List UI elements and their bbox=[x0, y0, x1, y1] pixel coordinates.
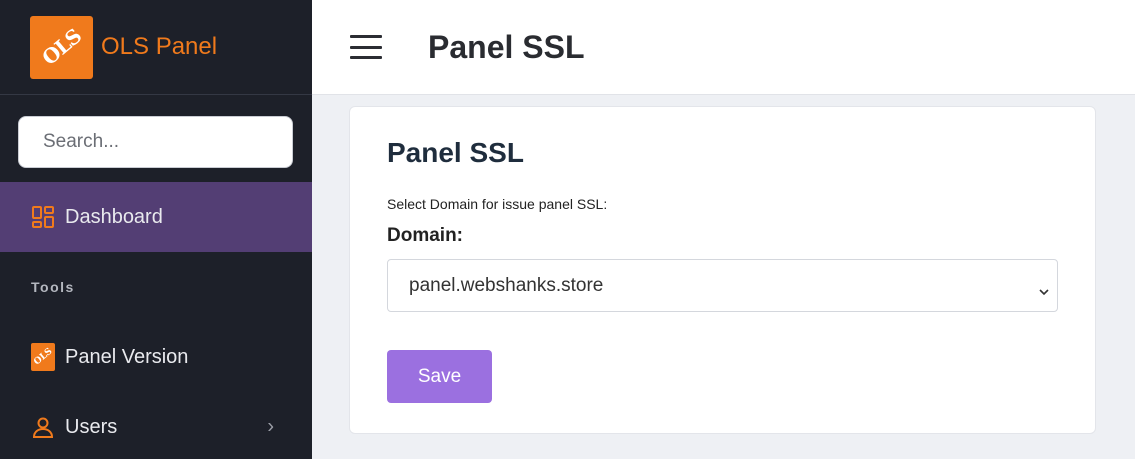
sidebar-item-label: Dashboard bbox=[65, 205, 163, 228]
section-label-tools: Tools bbox=[31, 279, 75, 295]
ols-logo-icon: OLS bbox=[31, 343, 55, 371]
dashboard-icon bbox=[31, 205, 55, 229]
hamburger-menu-icon[interactable] bbox=[350, 35, 382, 59]
save-button[interactable]: Save bbox=[387, 350, 492, 403]
sidebar-item-dashboard[interactable]: Dashboard bbox=[0, 182, 312, 252]
domain-label: Domain: bbox=[387, 225, 463, 246]
search-wrapper bbox=[0, 95, 312, 182]
panel-ssl-card: Panel SSL Select Domain for issue panel … bbox=[349, 106, 1096, 434]
card-description: Select Domain for issue panel SSL: bbox=[387, 196, 608, 212]
search-input[interactable] bbox=[18, 116, 293, 168]
sidebar-item-panel-version[interactable]: OLS Panel Version bbox=[0, 322, 312, 392]
ols-logo: OLS bbox=[30, 15, 93, 79]
chevron-down-icon bbox=[1039, 281, 1049, 295]
sidebar: OLS OLS Panel Dashboard Tools OLS Panel … bbox=[0, 0, 312, 459]
sidebar-item-users[interactable]: Users › bbox=[0, 392, 312, 459]
domain-select[interactable]: panel.webshanks.store bbox=[387, 259, 1058, 312]
sidebar-item-label: Panel Version bbox=[65, 345, 189, 368]
chevron-right-icon: › bbox=[267, 415, 274, 438]
card-title: Panel SSL bbox=[387, 137, 524, 168]
top-bar: Panel SSL bbox=[312, 0, 1135, 95]
brand-name: OLS Panel bbox=[101, 33, 218, 60]
domain-select-value: panel.webshanks.store bbox=[409, 274, 604, 296]
page-title: Panel SSL bbox=[428, 28, 585, 65]
sidebar-item-label: Users bbox=[65, 415, 118, 438]
brand[interactable]: OLS OLS Panel bbox=[0, 0, 312, 95]
user-icon bbox=[31, 415, 55, 439]
